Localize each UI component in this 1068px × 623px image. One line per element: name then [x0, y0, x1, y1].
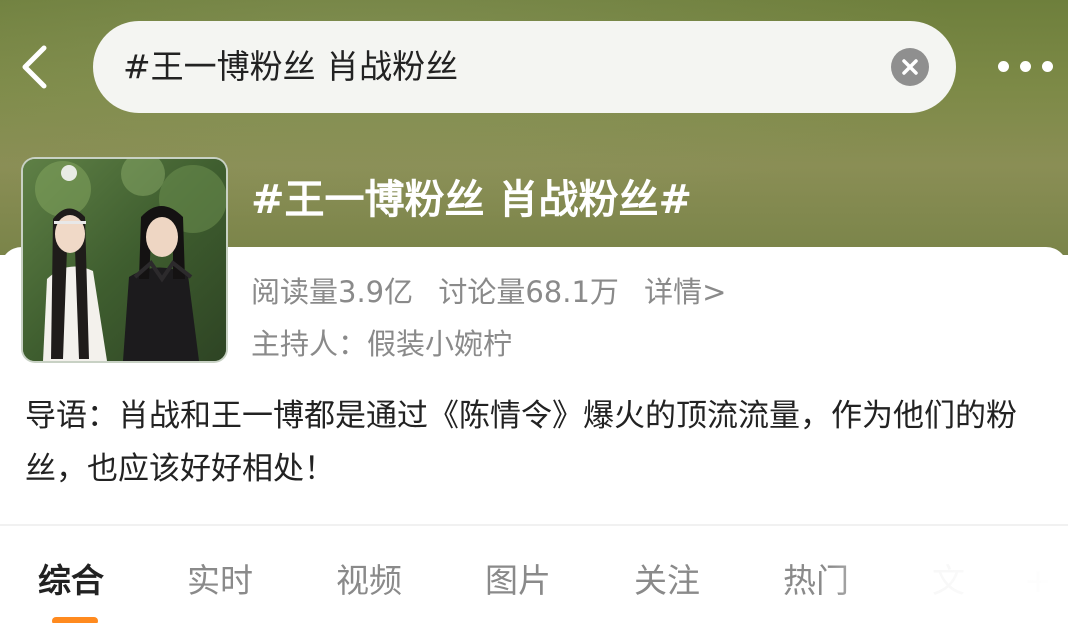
tab-images[interactable]: 图片 [485, 548, 551, 614]
topic-stats: 阅读量3.9亿 讨论量68.1万 详情> [251, 270, 742, 314]
chevron-left-icon [22, 45, 47, 89]
cover-illustration [23, 159, 226, 361]
tab-text[interactable]: 文 [932, 548, 965, 614]
clear-search-button[interactable] [891, 48, 929, 86]
tab-realtime[interactable]: 实时 [187, 548, 253, 614]
search-bar[interactable]: #王一博粉丝 肖战粉丝 [93, 21, 956, 113]
topic-intro: 导语：肖战和王一博都是通过《陈情令》爆火的顶流流量，作为他们的粉丝，也应该好好相… [25, 398, 1017, 487]
topic-page: #王一博粉丝 肖战粉丝 #王一博粉丝 肖战粉丝# 阅读量3.9亿 讨论量68.1… [0, 0, 1068, 623]
clear-circle-icon [902, 59, 918, 75]
more-options-button[interactable] [994, 52, 1058, 82]
back-button[interactable] [14, 40, 60, 94]
content-tabs: 综合 实时 视频 图片 关注 热门 文 + [0, 548, 1068, 614]
discussion-count: 讨论量68.1万 [438, 275, 619, 309]
active-tab-indicator [52, 617, 98, 623]
search-input[interactable]: #王一博粉丝 肖战粉丝 [123, 21, 458, 113]
tab-more[interactable]: + [1024, 548, 1052, 614]
tab-video[interactable]: 视频 [336, 548, 402, 614]
section-divider [0, 524, 1068, 526]
topic-title: #王一博粉丝 肖战粉丝# [251, 177, 692, 223]
read-count: 阅读量3.9亿 [251, 275, 414, 309]
tab-hot[interactable]: 热门 [783, 548, 849, 614]
details-link[interactable]: 详情> [644, 275, 726, 309]
tab-following[interactable]: 关注 [634, 548, 700, 614]
tab-comprehensive[interactable]: 综合 [38, 548, 104, 614]
topic-cover-image[interactable] [21, 157, 228, 363]
topic-host[interactable]: 主持人：假装小婉柠 [251, 322, 512, 366]
